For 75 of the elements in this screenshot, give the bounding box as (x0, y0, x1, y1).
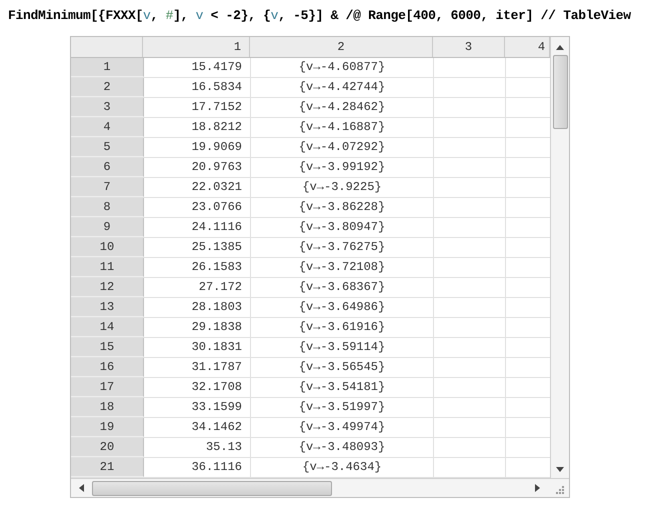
table-cell: 25.1385 (144, 238, 251, 257)
row-header[interactable]: 1 (71, 58, 144, 77)
table-cell: {v→-3.68367} (251, 278, 434, 297)
table-cell: 34.1462 (144, 418, 251, 437)
table-cell: 23.0766 (144, 198, 251, 217)
column-header[interactable]: 1 (143, 37, 250, 57)
row-header[interactable]: 11 (71, 258, 144, 277)
table-cell: {v→-4.28462} (251, 98, 434, 117)
row-header[interactable]: 10 (71, 238, 144, 257)
row-header[interactable]: 16 (71, 358, 144, 377)
table-cell: 19.9069 (144, 138, 251, 157)
down-arrow-icon[interactable] (556, 467, 564, 473)
vertical-scrollbar[interactable] (550, 37, 569, 478)
scroll-thumb[interactable] (92, 480, 332, 496)
table-cell: 22.0321 (144, 178, 251, 197)
table-cell: {v→-3.54181} (251, 378, 434, 397)
row-header[interactable]: 20 (71, 438, 144, 457)
table-cell: {v→-3.64986} (251, 298, 434, 317)
row-header[interactable]: 13 (71, 298, 144, 317)
scroll-thumb[interactable] (552, 55, 568, 129)
table-cell: 17.7152 (144, 98, 251, 117)
right-arrow-icon[interactable] (535, 484, 541, 492)
row-header[interactable]: 7 (71, 178, 144, 197)
column-header[interactable]: 3 (433, 37, 506, 57)
row-header[interactable]: 8 (71, 198, 144, 217)
table-cell: {v→-3.48093} (251, 438, 434, 457)
column-header[interactable]: 2 (250, 37, 434, 57)
table-cell: 27.172 (144, 278, 251, 297)
row-header[interactable]: 9 (71, 218, 144, 237)
table-cell: {v→-3.76275} (251, 238, 434, 257)
table-cell: {v→-3.61916} (251, 318, 434, 337)
table-cell: {v→-3.72108} (251, 258, 434, 277)
table-cell: 24.1116 (144, 218, 251, 237)
row-header[interactable]: 12 (71, 278, 144, 297)
table-cell: {v→-3.99192} (251, 158, 434, 177)
table-cell: {v→-3.51997} (251, 398, 434, 417)
resize-grip-icon[interactable] (556, 486, 565, 495)
table-cell: 32.1708 (144, 378, 251, 397)
table-cell: {v→-3.4634} (251, 458, 434, 477)
row-header[interactable]: 14 (71, 318, 144, 337)
table-cell: 26.1583 (144, 258, 251, 277)
table-cell: 18.8212 (144, 118, 251, 137)
table-cell: 16.5834 (144, 78, 251, 97)
up-arrow-icon[interactable] (556, 44, 564, 50)
table-cell: 20.9763 (144, 158, 251, 177)
table-cell: {v→-3.49974} (251, 418, 434, 437)
table-cell: {v→-4.16887} (251, 118, 434, 137)
table-cell: 30.1831 (144, 338, 251, 357)
table-cell: {v→-3.9225} (251, 178, 434, 197)
row-header[interactable]: 21 (71, 458, 144, 477)
table-cell: 36.1116 (144, 458, 251, 477)
table-cell: {v→-3.86228} (251, 198, 434, 217)
row-header[interactable]: 18 (71, 398, 144, 417)
left-arrow-icon[interactable] (78, 484, 84, 492)
row-header[interactable]: 4 (71, 118, 144, 137)
table-cell: {v→-4.60877} (251, 58, 434, 77)
table-cell: 33.1599 (144, 398, 251, 417)
row-header[interactable]: 17 (71, 378, 144, 397)
table-cell: {v→-4.07292} (251, 138, 434, 157)
row-header[interactable]: 5 (71, 138, 144, 157)
table-cell: {v→-3.80947} (251, 218, 434, 237)
row-header[interactable]: 6 (71, 158, 144, 177)
table-cell: {v→-3.59114} (251, 338, 434, 357)
table-cell: 31.1787 (144, 358, 251, 377)
table-cell: 35.13 (144, 438, 251, 457)
row-header[interactable]: 3 (71, 98, 144, 117)
row-header[interactable]: 19 (71, 418, 144, 437)
table-cell: 29.1838 (144, 318, 251, 337)
row-header[interactable]: 15 (71, 338, 144, 357)
table-cell: {v→-4.42744} (251, 78, 434, 97)
table-cell: {v→-3.56545} (251, 358, 434, 377)
input-expression: FindMinimum[{FXXX[v, #], v < -2}, {v, -5}] & /@ Range[400, 6000, iter] // TableView (8, 7, 631, 25)
row-header[interactable]: 2 (71, 78, 144, 97)
table-cell: 28.1803 (144, 298, 251, 317)
table-cell: 15.4179 (144, 58, 251, 77)
